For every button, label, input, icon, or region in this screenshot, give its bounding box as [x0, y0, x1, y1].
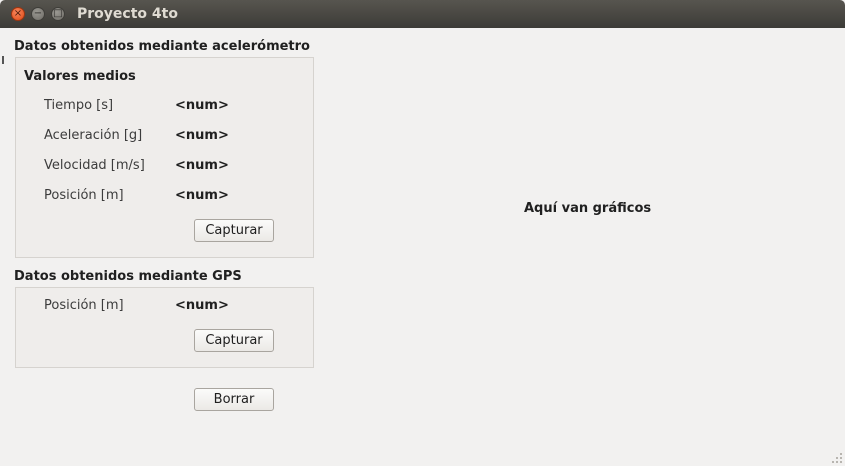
- time-value: <num>: [175, 98, 229, 113]
- gps-position-label: Posición [m]: [44, 298, 124, 313]
- gps-capture-button[interactable]: Capturar: [194, 329, 274, 352]
- acceleration-value: <num>: [175, 128, 229, 143]
- clear-button[interactable]: Borrar: [194, 388, 274, 411]
- gps-position-value: <num>: [175, 298, 229, 313]
- accelerometer-section-title: Datos obtenidos mediante acelerómetro: [14, 39, 310, 54]
- minimize-window-button[interactable]: −: [31, 7, 45, 21]
- gps-section-title: Datos obtenidos mediante GPS: [14, 269, 242, 284]
- velocity-value: <num>: [175, 158, 229, 173]
- maximize-window-button[interactable]: □: [51, 7, 65, 21]
- accelerometer-group: Valores medios Tiempo [s] <num> Acelerac…: [15, 57, 314, 258]
- charts-placeholder: Aquí van gráficos: [524, 201, 652, 216]
- title-bar[interactable]: × − □ Proyecto 4to: [0, 0, 845, 28]
- minimize-icon: −: [33, 8, 43, 19]
- accelerometer-capture-button[interactable]: Capturar: [194, 219, 274, 242]
- time-label: Tiempo [s]: [44, 98, 114, 113]
- left-edge-marker: [2, 56, 4, 64]
- resize-grip-icon[interactable]: [831, 452, 843, 464]
- window-title: Proyecto 4to: [77, 6, 178, 22]
- average-values-title: Valores medios: [24, 69, 136, 84]
- velocity-label: Velocidad [m/s]: [44, 158, 145, 173]
- position-label: Posición [m]: [44, 188, 124, 203]
- position-value: <num>: [175, 188, 229, 203]
- acceleration-label: Aceleración [g]: [44, 128, 143, 143]
- gps-group: Posición [m] <num> Capturar: [15, 287, 314, 368]
- close-window-button[interactable]: ×: [11, 7, 25, 21]
- maximize-icon: □: [53, 8, 63, 19]
- close-icon: ×: [13, 8, 23, 19]
- app-window: × − □ Proyecto 4to Datos obtenidos media…: [0, 0, 845, 466]
